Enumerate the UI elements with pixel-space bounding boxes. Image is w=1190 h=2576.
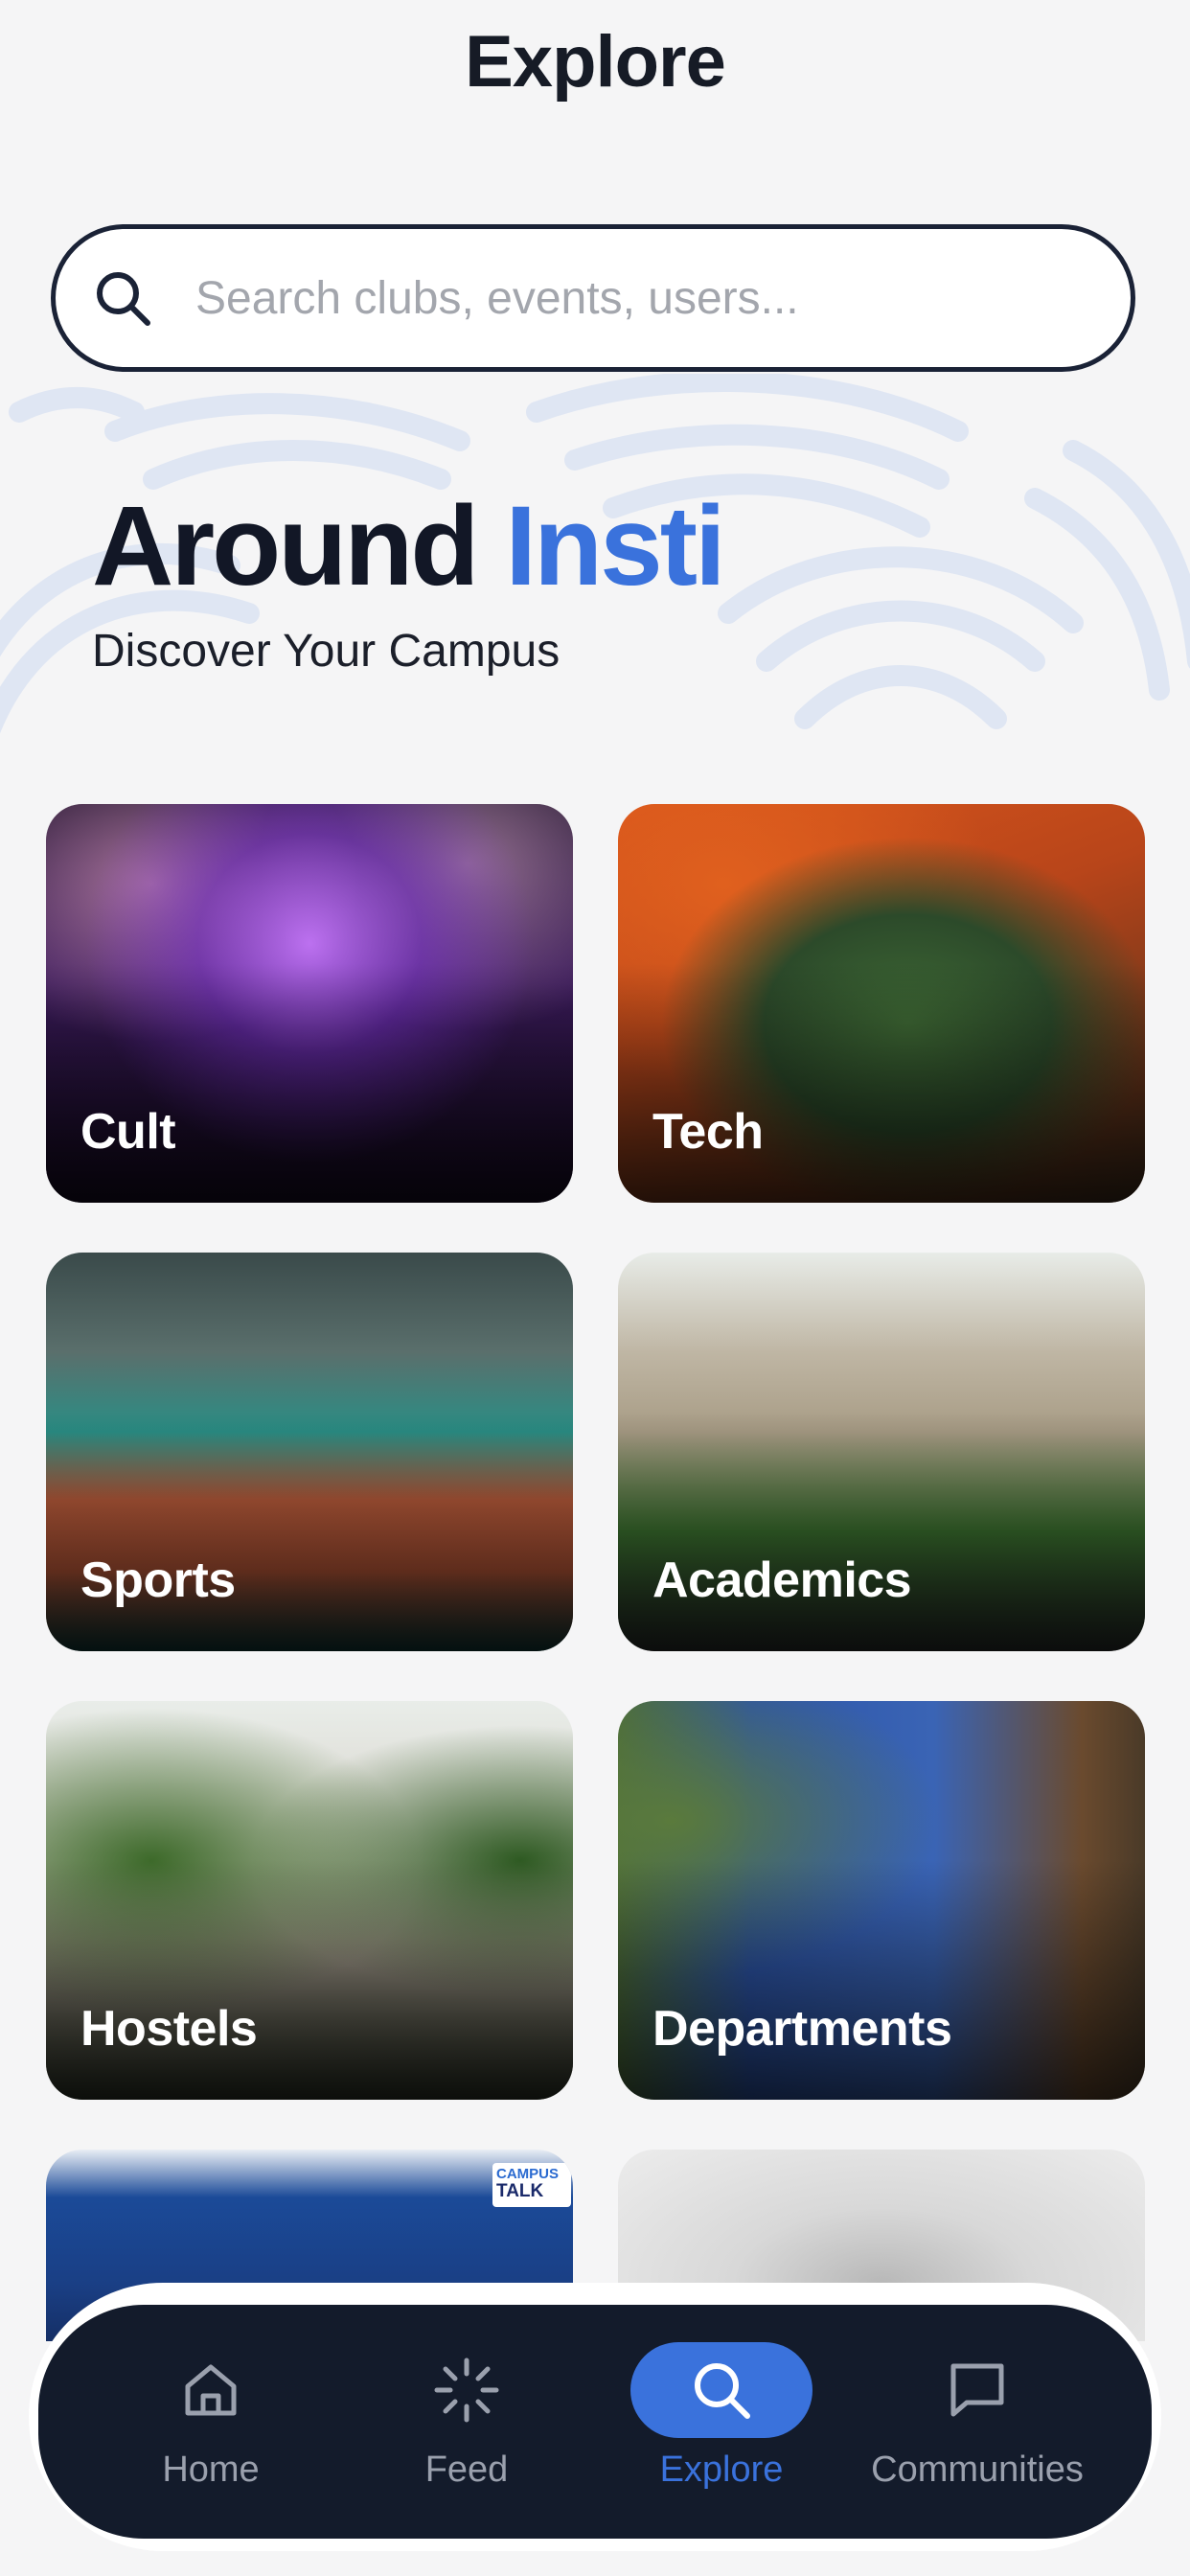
category-label: Hostels [80, 2001, 258, 2057]
nav-label-communities: Communities [871, 2450, 1084, 2490]
search-input[interactable] [194, 270, 1060, 326]
category-label: Academics [652, 1552, 912, 1608]
nav-item-home[interactable]: Home [86, 2329, 335, 2511]
category-label: Departments [652, 2001, 952, 2057]
category-label: Tech [652, 1104, 764, 1160]
feed-icon [376, 2342, 558, 2438]
nav-item-feed[interactable]: Feed [342, 2329, 591, 2511]
card-overlay [46, 1412, 573, 1651]
search-icon [630, 2342, 812, 2438]
card-overlay [618, 1412, 1145, 1651]
home-icon [120, 2342, 302, 2438]
category-label: Sports [80, 1552, 236, 1608]
page-title: Explore [465, 21, 726, 103]
card-overlay [46, 963, 573, 1203]
campus-talk-logo: CAMPUS TALK [492, 2163, 571, 2207]
card-overlay [618, 1860, 1145, 2100]
nav-label-feed: Feed [424, 2450, 509, 2490]
explore-screen: Explore Search clubs, events, users... A… [0, 0, 1190, 2576]
nav-label-explore: Explore [659, 2450, 784, 2490]
card-overlay [618, 963, 1145, 1203]
hero-title-accent: Insti [505, 483, 726, 610]
category-card-sports[interactable]: Sports [46, 1253, 573, 1651]
chat-icon [886, 2342, 1068, 2438]
hero-title: Around Insti [92, 483, 726, 610]
search-icon [92, 267, 153, 329]
category-card-departments[interactable]: Departments [618, 1701, 1145, 2100]
hero-title-main: Around [92, 483, 479, 610]
category-card-academics[interactable]: Academics [618, 1253, 1145, 1651]
campus-talk-line2: TALK [496, 2181, 544, 2201]
nav-item-communities[interactable]: Communities [853, 2329, 1102, 2511]
hero-subtitle: Discover Your Campus [92, 626, 561, 677]
category-card-tech[interactable]: Tech [618, 804, 1145, 1203]
category-card-cult[interactable]: Cult [46, 804, 573, 1203]
category-card-hostels[interactable]: Hostels [46, 1701, 573, 2100]
nav-item-explore[interactable]: Explore [597, 2329, 846, 2511]
campus-talk-line1: CAMPUS [496, 2166, 560, 2182]
category-label: Cult [80, 1104, 176, 1160]
card-overlay [46, 1860, 573, 2100]
nav-label-home: Home [162, 2450, 260, 2490]
search-bar[interactable] [51, 224, 1135, 372]
